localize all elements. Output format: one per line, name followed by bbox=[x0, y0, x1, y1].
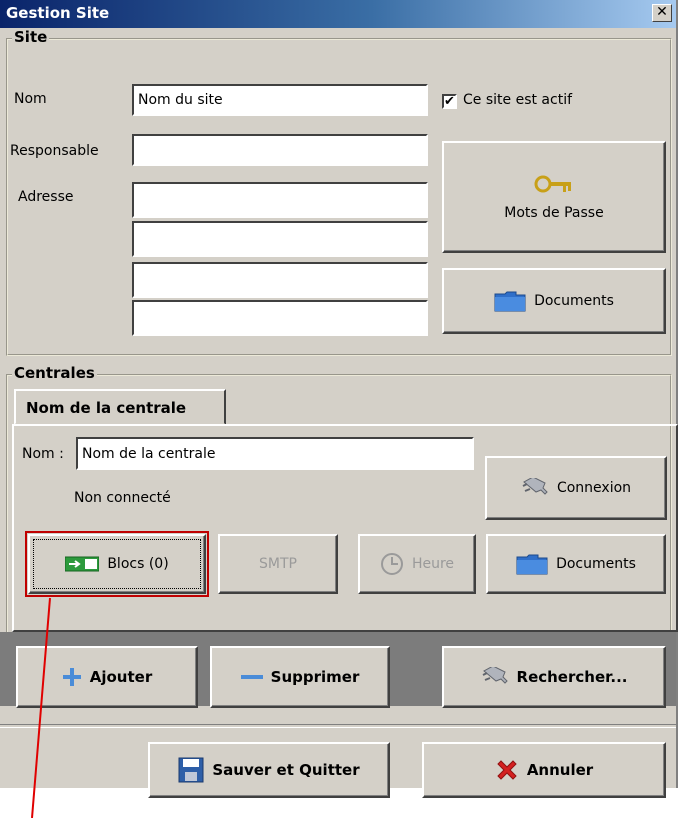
annotation-pointer-line bbox=[31, 597, 51, 818]
